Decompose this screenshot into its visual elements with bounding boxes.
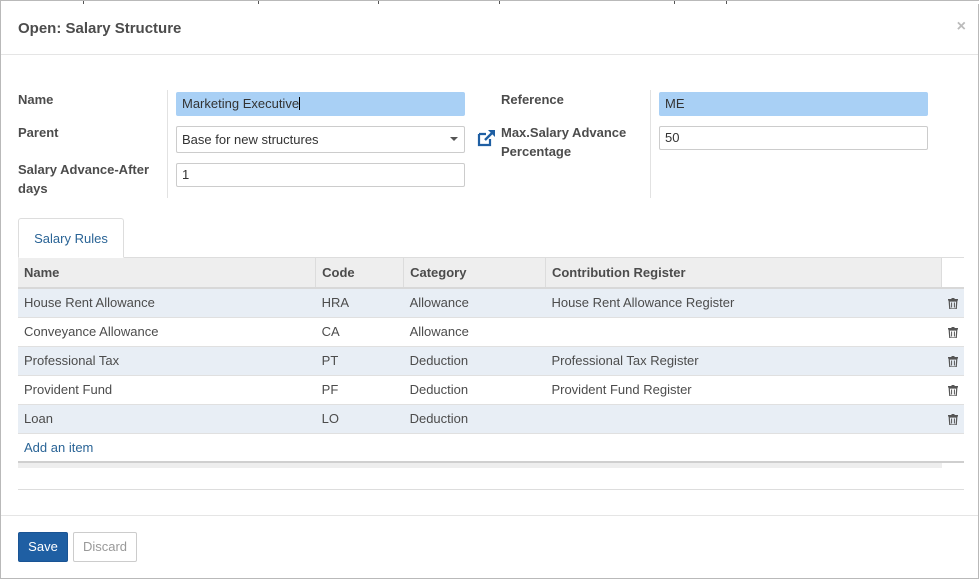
- table-row[interactable]: Conveyance Allowance CA Allowance: [18, 316, 964, 346]
- table-row[interactable]: Loan LO Deduction: [18, 403, 964, 433]
- tab-salary-rules[interactable]: Salary Rules: [18, 218, 124, 258]
- advance-after-label: Salary Advance-After days: [18, 160, 149, 198]
- reference-field-value: ME: [665, 96, 685, 111]
- advance-after-label-line1: Salary Advance-After: [18, 162, 150, 177]
- save-button[interactable]: Save: [18, 532, 68, 562]
- cell-name: Conveyance Allowance: [18, 316, 316, 346]
- trash-icon[interactable]: [941, 316, 964, 346]
- cell-category: Allowance: [403, 287, 546, 317]
- column-separator: [650, 90, 651, 198]
- column-header-register[interactable]: Contribution Register: [545, 258, 943, 289]
- advance-after-days-value: 1: [182, 167, 190, 182]
- name-field[interactable]: Marketing Executive: [176, 92, 465, 116]
- add-item-link[interactable]: Add an item: [18, 432, 964, 462]
- close-icon[interactable]: ×: [957, 18, 966, 36]
- footer-divider: [1, 515, 978, 516]
- table-row[interactable]: Provident Fund PF Deduction Provident Fu…: [18, 374, 964, 404]
- dialog-title: Open: Salary Structure: [18, 20, 182, 37]
- cell-category: Deduction: [403, 403, 546, 433]
- column-header-name[interactable]: Name: [18, 258, 317, 289]
- max-advance-label-line1: Max.Salary Advance: [501, 125, 627, 140]
- cell-register: House Rent Allowance Register: [545, 287, 942, 317]
- cell-code: HRA: [315, 287, 404, 317]
- name-field-value: Marketing Executive: [182, 96, 300, 111]
- cell-name: Provident Fund: [18, 374, 316, 404]
- salary-structure-dialog: Open: Salary Structure × Name Parent Sal…: [0, 0, 979, 579]
- column-header-actions: [941, 258, 964, 289]
- parent-select-value: Base for new structures: [182, 132, 319, 147]
- column-header-category[interactable]: Category: [403, 258, 546, 289]
- table-footer: [18, 461, 942, 468]
- cell-name: Professional Tax: [18, 345, 316, 375]
- name-label: Name: [18, 92, 54, 107]
- external-link-icon[interactable]: [477, 129, 497, 147]
- cell-category: Deduction: [403, 374, 546, 404]
- cell-name: Loan: [18, 403, 316, 433]
- text-caret: [299, 97, 301, 110]
- table-footer-gap: [941, 461, 964, 468]
- section-divider: [18, 489, 964, 490]
- cell-code: PF: [315, 374, 404, 404]
- trash-icon[interactable]: [941, 287, 964, 317]
- dialog-header: Open: Salary Structure ×: [1, 1, 978, 55]
- cell-register: Provident Fund Register: [545, 374, 942, 404]
- table-footer-row: [18, 461, 964, 468]
- cell-code: CA: [315, 316, 404, 346]
- column-header-code[interactable]: Code: [315, 258, 405, 289]
- cell-register: [545, 403, 942, 433]
- cell-register: [545, 316, 942, 346]
- table-row[interactable]: Professional Tax PT Deduction Profession…: [18, 345, 964, 375]
- discard-button[interactable]: Discard: [73, 532, 137, 562]
- max-advance-percentage-value: 50: [665, 130, 680, 145]
- trash-icon[interactable]: [941, 403, 964, 433]
- chevron-down-icon: [450, 137, 458, 141]
- cell-category: Deduction: [403, 345, 546, 375]
- advance-after-label-line2: days: [18, 181, 48, 196]
- salary-rules-table: Name Code Category Contribution Register…: [18, 258, 964, 468]
- max-advance-label: Max.Salary Advance Percentage: [501, 123, 626, 161]
- reference-label: Reference: [501, 92, 564, 107]
- max-advance-percentage-field[interactable]: 50: [659, 126, 928, 150]
- trash-icon[interactable]: [941, 345, 964, 375]
- reference-field[interactable]: ME: [659, 92, 928, 116]
- add-item-row: Add an item: [18, 432, 964, 462]
- cell-register: Professional Tax Register: [545, 345, 942, 375]
- parent-select[interactable]: Base for new structures: [176, 126, 465, 153]
- cell-name: House Rent Allowance: [18, 287, 316, 317]
- max-advance-label-line2: Percentage: [501, 144, 572, 159]
- table-header-row: Name Code Category Contribution Register: [18, 258, 964, 289]
- parent-label: Parent: [18, 125, 59, 140]
- cell-code: PT: [315, 345, 404, 375]
- advance-after-days-field[interactable]: 1: [176, 163, 465, 187]
- cell-category: Allowance: [403, 316, 546, 346]
- table-row[interactable]: House Rent Allowance HRA Allowance House…: [18, 287, 964, 317]
- column-separator: [167, 90, 168, 198]
- trash-icon[interactable]: [941, 374, 964, 404]
- cell-code: LO: [315, 403, 404, 433]
